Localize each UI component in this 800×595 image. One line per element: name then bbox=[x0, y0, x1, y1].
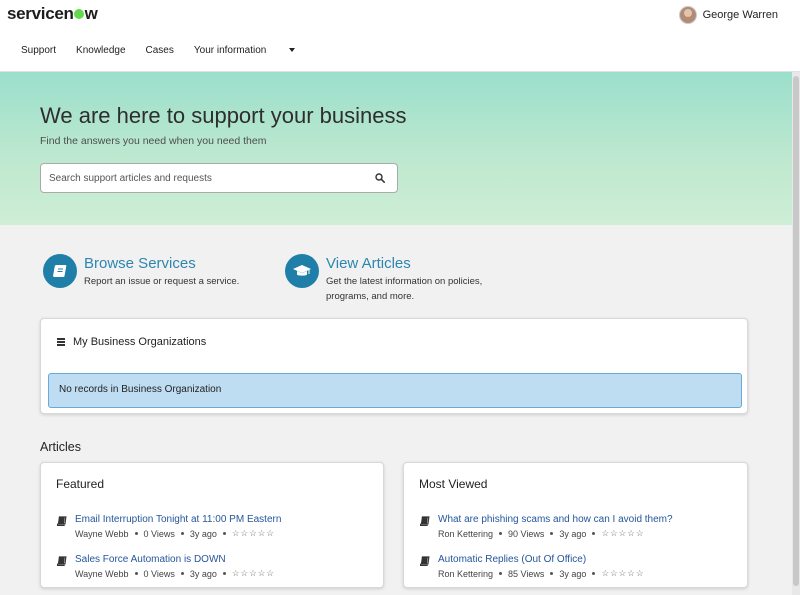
article-link[interactable]: Automatic Replies (Out Of Office) bbox=[438, 554, 645, 565]
nav-cases[interactable]: Cases bbox=[146, 45, 174, 56]
article-age: 3y ago bbox=[559, 568, 587, 579]
scrollbar-thumb[interactable] bbox=[793, 76, 799, 586]
hero-banner: We are here to support your business Fin… bbox=[0, 72, 800, 225]
rating-stars: ☆☆☆☆☆ bbox=[231, 528, 276, 538]
search-input[interactable] bbox=[49, 164, 369, 192]
article-author: Ron Kettering bbox=[438, 568, 494, 579]
book-icon bbox=[420, 556, 430, 566]
article-views: 85 Views bbox=[508, 568, 545, 579]
article-author: Wayne Webb bbox=[75, 568, 129, 579]
search-icon[interactable] bbox=[375, 173, 385, 183]
featured-title: Featured bbox=[56, 477, 105, 491]
most-viewed-articles-card: Most Viewed What are phishing scams and … bbox=[403, 462, 748, 588]
articles-section-title: Articles bbox=[40, 440, 81, 454]
view-articles-desc: Get the latest information on policies, … bbox=[326, 276, 483, 302]
article-author: Ron Kettering bbox=[438, 528, 494, 539]
book-icon bbox=[57, 516, 67, 526]
rating-stars: ☆☆☆☆☆ bbox=[601, 568, 645, 578]
rating-stars: ☆☆☆☆☆ bbox=[231, 568, 276, 578]
avatar[interactable] bbox=[678, 6, 697, 24]
hero-subtitle: Find the answers you need when you need … bbox=[40, 135, 267, 147]
browse-services-desc: Report an issue or request a service. bbox=[84, 276, 240, 287]
book-icon bbox=[57, 556, 67, 566]
article-views: 90 Views bbox=[508, 528, 545, 539]
view-articles-title[interactable]: View Articles bbox=[326, 255, 506, 272]
article-link[interactable]: What are phishing scams and how can I av… bbox=[438, 514, 673, 525]
hero-title: We are here to support your business bbox=[40, 103, 407, 128]
empty-records-message: No records in Business Organization bbox=[48, 373, 742, 408]
book-icon bbox=[420, 516, 430, 526]
nav-your-information-label: Your information bbox=[193, 45, 267, 56]
browse-services-title[interactable]: Browse Services bbox=[84, 255, 264, 272]
logo-text-end: w bbox=[84, 4, 98, 23]
view-articles-tile[interactable]: View Articles Get the latest information… bbox=[285, 254, 506, 304]
book-icon bbox=[43, 254, 77, 288]
caret-down-icon bbox=[289, 48, 296, 52]
article-age: 3y ago bbox=[189, 528, 217, 539]
list-item: Email Interruption Tonight at 11:00 PM E… bbox=[57, 514, 281, 539]
graduation-cap-icon bbox=[285, 254, 319, 288]
logo-text: servicen bbox=[7, 4, 74, 23]
user-name[interactable]: George Warren bbox=[703, 9, 778, 21]
list-item: What are phishing scams and how can I av… bbox=[420, 514, 673, 539]
business-organizations-card: My Business Organizations No records in … bbox=[40, 318, 748, 414]
nav-knowledge[interactable]: Knowledge bbox=[76, 45, 125, 56]
user-menu[interactable]: George Warren bbox=[678, 6, 778, 24]
nav-your-information[interactable]: Your information bbox=[194, 45, 315, 56]
article-author: Wayne Webb bbox=[75, 528, 129, 539]
most-viewed-title: Most Viewed bbox=[419, 477, 488, 491]
list-icon bbox=[57, 338, 65, 346]
logo-o-mark bbox=[74, 9, 85, 19]
nav-support[interactable]: Support bbox=[21, 45, 56, 56]
article-views: 0 Views bbox=[143, 568, 175, 579]
business-organizations-title: My Business Organizations bbox=[73, 336, 207, 348]
article-link[interactable]: Email Interruption Tonight at 11:00 PM E… bbox=[75, 514, 281, 525]
search-box bbox=[40, 163, 398, 193]
list-item: Sales Force Automation is DOWN Wayne Web… bbox=[57, 554, 275, 579]
featured-articles-card: Featured Email Interruption Tonight at 1… bbox=[40, 462, 384, 588]
article-age: 3y ago bbox=[559, 528, 587, 539]
article-views: 0 Views bbox=[143, 528, 175, 539]
article-link[interactable]: Sales Force Automation is DOWN bbox=[75, 554, 275, 565]
list-item: Automatic Replies (Out Of Office) Ron Ke… bbox=[420, 554, 645, 579]
header: servicen w George Warren Support Knowledg… bbox=[0, 0, 800, 72]
browse-services-tile[interactable]: Browse Services Report an issue or reque… bbox=[43, 254, 264, 290]
article-age: 3y ago bbox=[189, 568, 217, 579]
servicenow-logo[interactable]: servicen w bbox=[7, 4, 98, 24]
main-nav: Support Knowledge Cases Your information bbox=[21, 45, 335, 56]
rating-stars: ☆☆☆☆☆ bbox=[601, 528, 645, 538]
